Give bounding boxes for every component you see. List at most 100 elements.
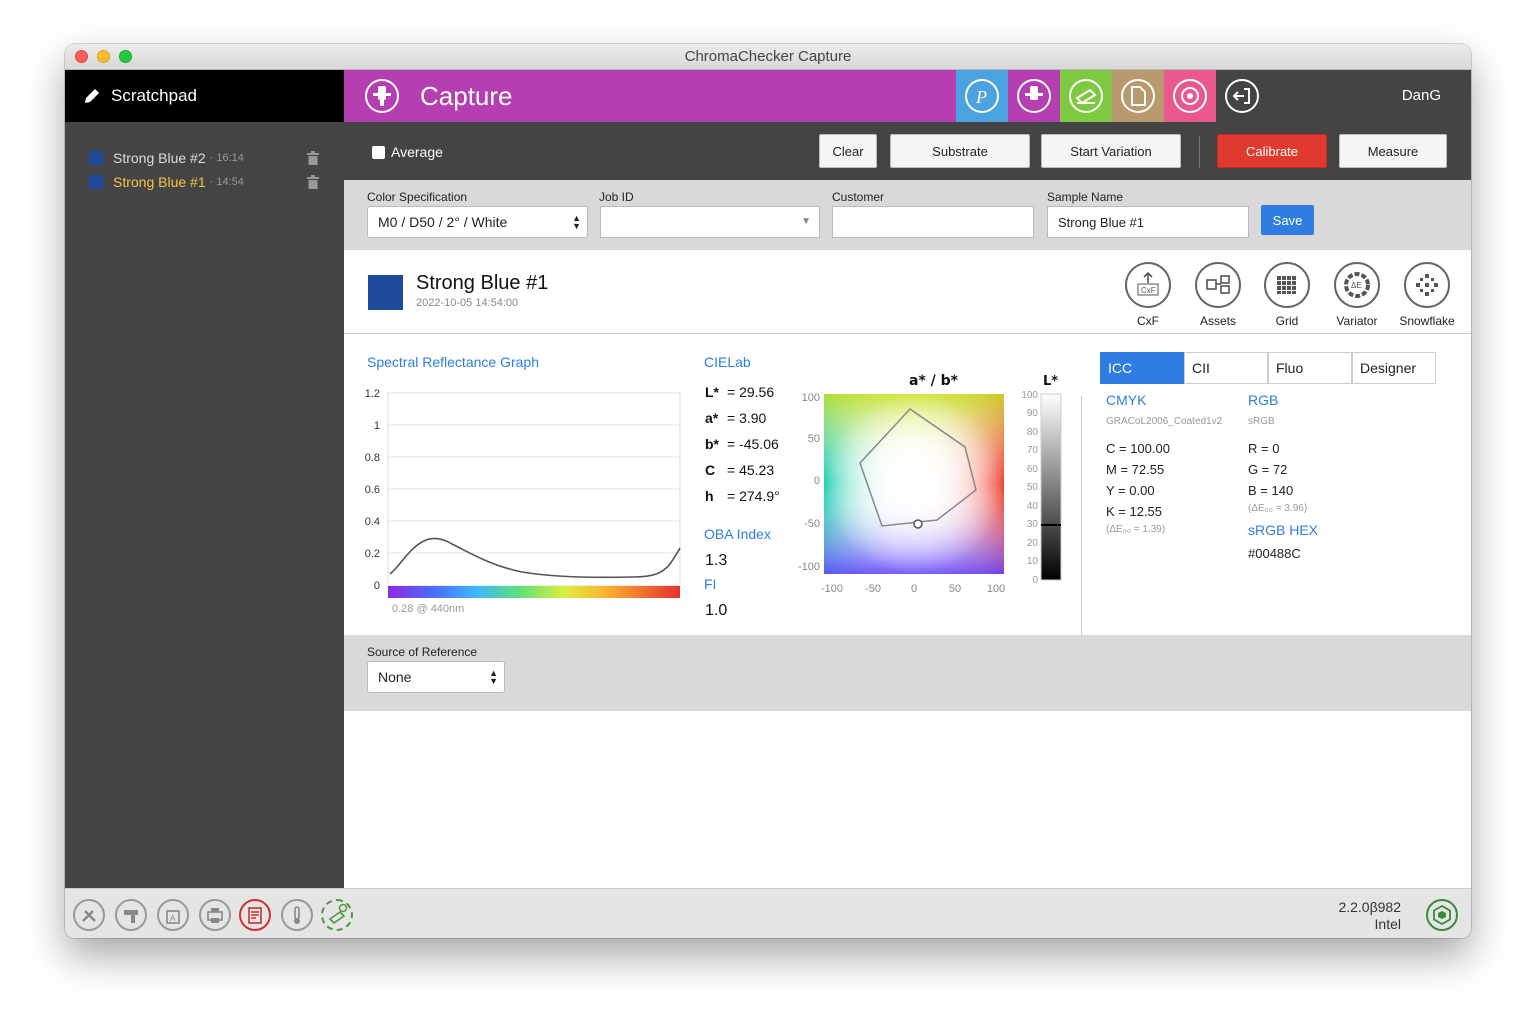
user-name[interactable]: DanG: [1402, 70, 1441, 122]
l-tick-label: 30: [1027, 519, 1039, 530]
print-tab[interactable]: [1060, 70, 1112, 122]
printer-icon[interactable]: [199, 899, 231, 931]
snowflake-tool[interactable]: Snowflake: [1392, 262, 1462, 328]
version-number: 2.2.0β982: [1338, 899, 1401, 915]
srgb-hex-title[interactable]: sRGB HEX: [1248, 522, 1318, 538]
close-window-button[interactable]: [75, 50, 88, 63]
cmyk-k: K = 12.55: [1106, 504, 1163, 519]
capture-title: Capture: [420, 80, 513, 111]
l-tick-label: 40: [1027, 501, 1039, 512]
source-of-reference-select[interactable]: None ▲ ▼: [367, 661, 505, 693]
target-tab[interactable]: [1164, 70, 1216, 122]
sample-name: Strong Blue #1: [416, 272, 549, 294]
tab-cii[interactable]: CII: [1184, 352, 1268, 384]
pantone-tab[interactable]: P: [956, 70, 1008, 122]
svg-text:CxF: CxF: [1141, 286, 1156, 295]
save-button[interactable]: Save: [1261, 205, 1314, 235]
srgb-hex-value: #00488C: [1248, 546, 1301, 561]
substrate-button[interactable]: Substrate: [890, 134, 1030, 168]
job-id-combobox[interactable]: ▼: [600, 206, 820, 238]
cielab-key: b*: [705, 436, 719, 452]
cielab-key: L*: [705, 384, 719, 400]
y-tick-label: 1.2: [365, 388, 380, 400]
snowflake-label: Snowflake: [1399, 314, 1455, 328]
calibrate-button[interactable]: Calibrate: [1217, 134, 1327, 168]
l-axis-title: L*: [1043, 374, 1058, 389]
capture-tab[interactable]: [1008, 70, 1060, 122]
zoom-window-button[interactable]: [119, 50, 132, 63]
cielab-value: = 3.90: [727, 410, 767, 426]
scratchpad-item[interactable]: Strong Blue #2 · 16:14: [65, 146, 344, 170]
spectral-caption: 0.28 @ 440nm: [392, 603, 464, 615]
y-tick-label: 0.6: [365, 484, 380, 496]
customer-input[interactable]: [832, 206, 1034, 238]
scratchpad-item-selected[interactable]: Strong Blue #1 · 14:54: [65, 170, 344, 194]
grid-tool[interactable]: Grid: [1252, 262, 1322, 328]
oba-index-value: 1.3: [705, 552, 728, 569]
sample-date: 2022-10-05 14:54:00: [416, 297, 519, 309]
cielab-key: a*: [705, 410, 719, 426]
cielab-key: h: [705, 488, 714, 504]
thermometer-icon[interactable]: [281, 899, 313, 931]
cxf-label: CxF: [1137, 314, 1159, 328]
rgb-title[interactable]: RGB: [1248, 392, 1278, 408]
customer-label: Customer: [832, 190, 885, 204]
start-variation-button[interactable]: Start Variation: [1041, 134, 1181, 168]
variator-label: Variator: [1336, 314, 1378, 328]
cxf-tool[interactable]: CxF CxF: [1113, 262, 1183, 328]
sample-name-input[interactable]: Strong Blue #1: [1047, 206, 1249, 238]
clear-button[interactable]: Clear: [819, 134, 877, 168]
tools-icon[interactable]: [73, 899, 105, 931]
checkbox-box[interactable]: [372, 145, 385, 159]
measure-button[interactable]: Measure: [1339, 134, 1447, 168]
assets-icon: [1195, 262, 1241, 308]
color-spec-label: Color Specification: [367, 190, 468, 204]
minimize-window-button[interactable]: [97, 50, 110, 63]
scratchpad-sidebar: Scratchpad Strong Blue #2 · 16:14 Strong…: [65, 70, 344, 888]
device-icon[interactable]: [115, 899, 147, 931]
press-status-icon[interactable]: [321, 899, 353, 931]
wireless-device-icon[interactable]: A: [157, 899, 189, 931]
cmyk-title[interactable]: CMYK: [1106, 392, 1146, 408]
scratchpad-item-name: Strong Blue #1: [113, 174, 206, 190]
sample-fields: Color Specification M0 / D50 / 2° / Whit…: [344, 180, 1471, 250]
spectrophotometer-icon: [365, 79, 399, 113]
document-tab[interactable]: [1112, 70, 1164, 122]
cielab-value: = 45.23: [727, 462, 775, 478]
assets-tool[interactable]: Assets: [1183, 262, 1253, 328]
cielab-title[interactable]: CIELab: [704, 354, 751, 370]
version-info: 2.2.0β982 Intel: [1338, 899, 1401, 933]
tab-icc[interactable]: ICC: [1100, 352, 1184, 384]
color-spec-select[interactable]: M0 / D50 / 2° / White ▲ ▼: [367, 206, 588, 238]
y-tick-label: -100: [798, 561, 820, 573]
y-tick-label: -50: [804, 518, 820, 530]
x-tick-label: 0: [911, 583, 917, 595]
cielab-h: h = 274.9°: [705, 488, 780, 504]
sample-header: Strong Blue #1 2022-10-05 14:54:00 CxF C…: [344, 250, 1471, 334]
logout-button[interactable]: [1216, 70, 1268, 122]
tab-fluo[interactable]: Fluo: [1268, 352, 1352, 384]
spectrophotometer-icon: [1017, 79, 1051, 113]
spectral-graph-title[interactable]: Spectral Reflectance Graph: [367, 354, 539, 370]
chevron-down-icon[interactable]: ▼: [801, 216, 811, 227]
fi-label[interactable]: FI: [704, 576, 716, 592]
variator-tool[interactable]: ΔE Variator: [1322, 262, 1392, 328]
svg-text:P: P: [975, 87, 987, 107]
bottom-bar: A 2.2.0β982 Intel: [65, 888, 1471, 938]
cielab-key: C: [705, 462, 716, 478]
average-checkbox[interactable]: Average: [372, 144, 443, 160]
tab-designer[interactable]: Designer: [1352, 352, 1436, 384]
trash-icon[interactable]: [307, 151, 319, 165]
cmyk-y: Y = 0.00: [1106, 483, 1155, 498]
source-of-reference-value: None: [378, 669, 412, 685]
report-icon[interactable]: [239, 899, 271, 931]
conversion-tabs: ICC CII Fluo Designer: [1100, 352, 1436, 384]
sample-swatch: [368, 275, 403, 310]
chromachecker-logo-icon[interactable]: [1426, 899, 1458, 931]
oba-index-label[interactable]: OBA Index: [704, 526, 771, 542]
x-tick-label: 50: [949, 583, 961, 595]
sample-name-label: Sample Name: [1047, 190, 1124, 204]
snowflake-icon: [1404, 262, 1450, 308]
trash-icon[interactable]: [307, 175, 319, 189]
l-tick-label: 60: [1027, 464, 1039, 475]
